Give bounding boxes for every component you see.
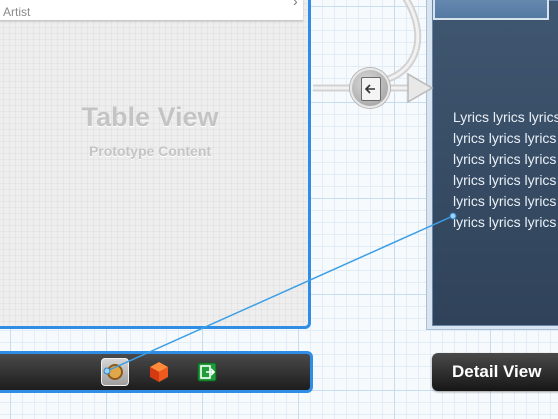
segue-connections — [103, 0, 457, 375]
push-segue-icon[interactable] — [350, 68, 390, 108]
